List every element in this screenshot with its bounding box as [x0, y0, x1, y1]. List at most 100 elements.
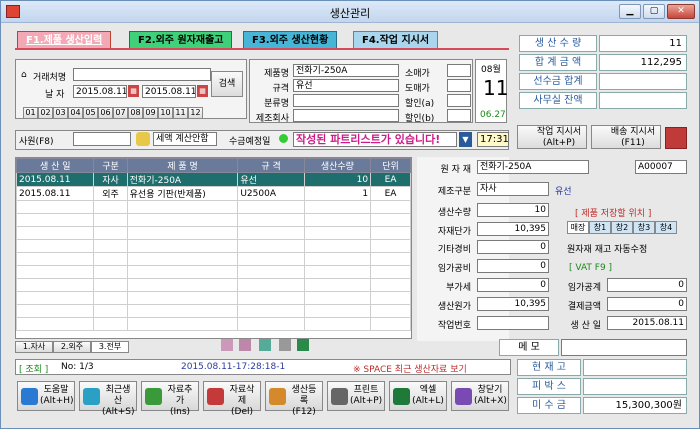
- table-cell: [126, 252, 239, 266]
- toolbar-button[interactable]: 최근생산 (Alt+S): [79, 381, 137, 417]
- toolbar-button[interactable]: 자료삭제 (Del): [203, 381, 261, 417]
- users-icon[interactable]: [221, 339, 233, 351]
- tab-work-order[interactable]: F4.작업 지시서: [353, 31, 439, 49]
- table-row[interactable]: [16, 239, 411, 253]
- clock-display: 17:31: [477, 132, 509, 147]
- pay-input[interactable]: 0: [607, 297, 687, 311]
- table-row[interactable]: [16, 213, 411, 227]
- month-tab[interactable]: 04: [68, 107, 83, 119]
- bottom-tab[interactable]: 3.전부: [91, 341, 129, 353]
- tab-production-input[interactable]: F1.제품 생산입력: [17, 31, 112, 49]
- table-row[interactable]: [16, 252, 411, 266]
- date-to-input[interactable]: 2015.08.11: [142, 85, 196, 98]
- toolbar-button[interactable]: 창닫기 (Alt+X): [451, 381, 509, 411]
- toolbar-button[interactable]: 도움말 (Alt+H): [17, 381, 75, 411]
- toolbar-button[interactable]: 자료추가 (Ins): [141, 381, 199, 417]
- month-tab[interactable]: 12: [188, 107, 203, 119]
- staff-input[interactable]: [73, 132, 131, 146]
- table-row[interactable]: 2015.08.11 외주 유선용 기판(반제품) U2500A 1 EA: [16, 186, 411, 201]
- tools-icon[interactable]: [279, 339, 291, 351]
- grid-header[interactable]: 제 품 명: [126, 158, 239, 173]
- table-row[interactable]: [16, 291, 411, 305]
- price-value[interactable]: [447, 79, 471, 92]
- month-tab[interactable]: 06: [98, 107, 113, 119]
- table-cell: 유선용 기판(반제품): [126, 186, 239, 201]
- table-cell: [370, 213, 411, 227]
- store-tab[interactable]: 창2: [611, 221, 633, 234]
- bottom-tab[interactable]: 1.자사: [15, 341, 53, 353]
- tab-outsource-status[interactable]: F3.외주 생산현황: [243, 31, 338, 49]
- bottom-tab[interactable]: 2.외주: [53, 341, 91, 353]
- price-value[interactable]: [447, 64, 471, 77]
- store-tab[interactable]: 매장: [567, 221, 589, 234]
- price-value[interactable]: [447, 109, 471, 122]
- delivery-order-button[interactable]: 배송 지시서 (F11): [591, 125, 661, 149]
- work-no-input[interactable]: [477, 316, 549, 330]
- memo-input[interactable]: [561, 339, 687, 356]
- toolbar-button[interactable]: 프린트 (Alt+P): [327, 381, 385, 411]
- close-button[interactable]: ✕: [667, 4, 695, 19]
- labor-total-input[interactable]: 0: [607, 278, 687, 292]
- grid-header[interactable]: 생산수량: [303, 158, 372, 173]
- product-field-value[interactable]: [293, 109, 399, 122]
- minimize-button[interactable]: ▁: [619, 4, 641, 19]
- grid-header[interactable]: 생 산 일: [16, 158, 95, 173]
- auto-adjust-checkbox[interactable]: 원자재 재고 자동수정: [567, 242, 647, 255]
- grid-header[interactable]: 규 격: [237, 158, 305, 173]
- prod-date-input[interactable]: 2015.08.11: [607, 316, 687, 330]
- product-field-value[interactable]: 전화기-250A: [293, 64, 399, 77]
- calendar-from-icon[interactable]: ▦: [128, 85, 139, 97]
- store-tab[interactable]: 창1: [589, 221, 611, 234]
- price-value[interactable]: [447, 94, 471, 107]
- product-field-value[interactable]: [293, 94, 399, 107]
- toolbar-button[interactable]: 엑셀 (Alt+L): [389, 381, 447, 411]
- labor-input[interactable]: 0: [477, 259, 549, 273]
- calculator-icon[interactable]: [136, 132, 150, 146]
- grid-header[interactable]: 단위: [370, 158, 411, 173]
- cost-input[interactable]: 10,395: [477, 297, 549, 311]
- type-select[interactable]: 자사: [477, 182, 549, 196]
- month-tab[interactable]: 11: [173, 107, 188, 119]
- month-tab[interactable]: 07: [113, 107, 128, 119]
- table-row[interactable]: [16, 265, 411, 279]
- unit-price-input[interactable]: 10,395: [477, 222, 549, 236]
- month-tab[interactable]: 02: [38, 107, 53, 119]
- grid-header[interactable]: 구분: [93, 158, 128, 173]
- store-tab[interactable]: 창4: [655, 221, 677, 234]
- table-row[interactable]: [16, 317, 411, 331]
- month-tab[interactable]: 09: [143, 107, 158, 119]
- table-cell: 1: [303, 186, 372, 201]
- table-cell: 유선: [237, 172, 305, 187]
- search-button[interactable]: 검색: [211, 71, 243, 97]
- table-row[interactable]: [16, 200, 411, 214]
- grid-icon[interactable]: [259, 339, 271, 351]
- table-row[interactable]: [16, 278, 411, 292]
- staff-label[interactable]: 사원(F8): [19, 134, 54, 147]
- month-tab[interactable]: 10: [158, 107, 173, 119]
- maximize-button[interactable]: ▢: [643, 4, 665, 19]
- date-from-input[interactable]: 2015.08.11: [73, 85, 127, 98]
- table-row[interactable]: [16, 226, 411, 240]
- qty-input[interactable]: 10: [477, 203, 549, 217]
- other-cost-input[interactable]: 0: [477, 240, 549, 254]
- table-row[interactable]: [16, 304, 411, 318]
- vat-input[interactable]: 0: [477, 278, 549, 292]
- arrow-down-icon[interactable]: ▼: [459, 132, 472, 147]
- month-tab[interactable]: 05: [83, 107, 98, 119]
- store-tab[interactable]: 창3: [633, 221, 655, 234]
- material-input[interactable]: 전화기-250A: [477, 160, 589, 174]
- work-order-button[interactable]: 작업 지시서 (Alt+P): [517, 125, 587, 149]
- table-row[interactable]: 2015.08.11 자사 전화기-250A 유선 10 EA: [16, 172, 411, 187]
- toolbar-button[interactable]: 생산등록 (F12): [265, 381, 323, 417]
- customer-input[interactable]: [73, 68, 211, 81]
- exit-icon[interactable]: [665, 127, 687, 149]
- month-tab[interactable]: 03: [53, 107, 68, 119]
- tax-calc-field[interactable]: 세액 계산안함: [153, 132, 217, 146]
- excel-small-icon[interactable]: [297, 339, 309, 351]
- tab-outsource-material[interactable]: F2.외주 원자재출고: [129, 31, 233, 49]
- month-tab[interactable]: 08: [128, 107, 143, 119]
- month-tab[interactable]: 01: [23, 107, 38, 119]
- people-icon[interactable]: [239, 339, 251, 351]
- calendar-to-icon[interactable]: ▦: [197, 85, 208, 97]
- product-field-value[interactable]: 유선: [293, 79, 399, 92]
